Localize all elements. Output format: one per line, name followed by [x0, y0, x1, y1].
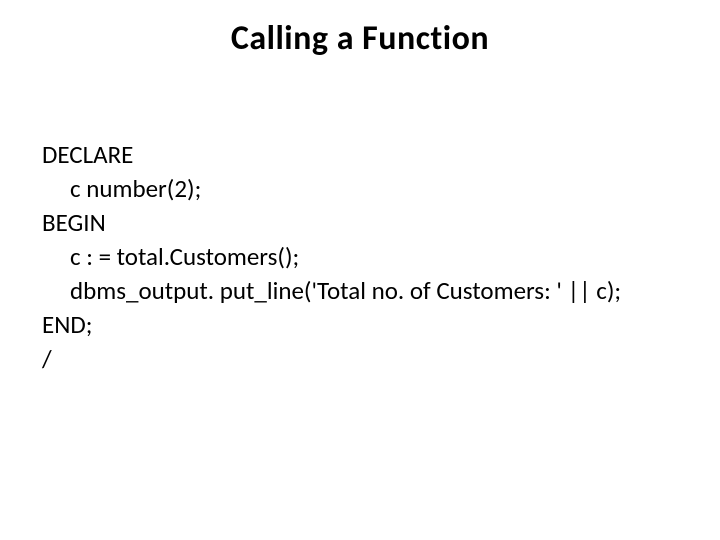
- code-line-assign: c : = total.Customers();: [42, 240, 680, 274]
- code-line-slash: /: [42, 342, 680, 376]
- slide-title: Calling a Function: [0, 18, 720, 59]
- code-line-output: dbms_output. put_line('Total no. of Cust…: [42, 274, 680, 308]
- code-line-begin: BEGIN: [42, 206, 680, 240]
- code-line-declare: DECLARE: [42, 138, 680, 172]
- code-block: DECLARE c number(2); BEGIN c : = total.C…: [42, 138, 680, 376]
- code-line-end: END;: [42, 308, 680, 342]
- slide: Calling a Function DECLARE c number(2); …: [0, 0, 720, 540]
- code-line-var-decl: c number(2);: [42, 172, 680, 206]
